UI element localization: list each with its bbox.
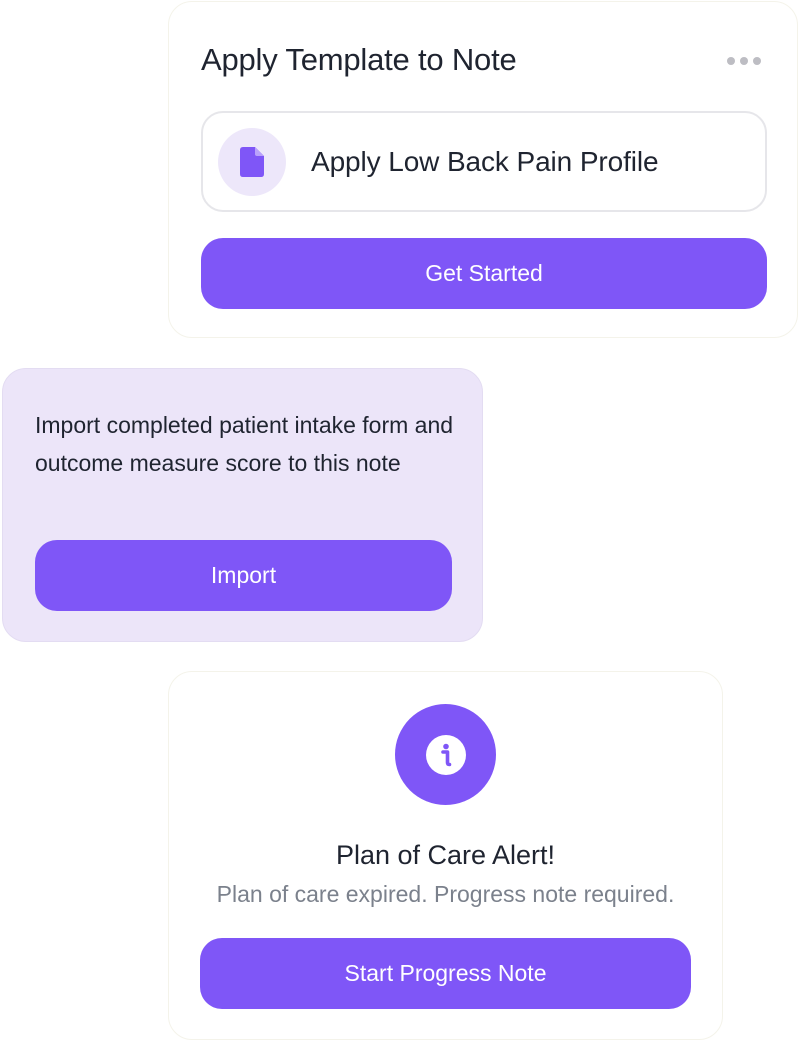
apply-template-title: Apply Template to Note — [201, 42, 517, 77]
plan-of-care-alert-card: Plan of Care Alert! Plan of care expired… — [168, 671, 723, 1040]
alert-subtitle: Plan of care expired. Progress note requ… — [216, 881, 675, 907]
more-options-icon[interactable] — [727, 52, 761, 70]
apply-template-card: Apply Template to Note Apply Low Back Pa… — [168, 1, 798, 338]
info-icon — [395, 704, 496, 805]
import-button[interactable]: Import — [35, 540, 452, 611]
alert-title: Plan of Care Alert! — [335, 840, 556, 870]
import-description: Import completed patient intake form and… — [35, 412, 454, 476]
apply-profile-label: Apply Low Back Pain Profile — [311, 145, 659, 177]
import-card: Import completed patient intake form and… — [2, 368, 483, 642]
start-progress-note-button[interactable]: Start Progress Note — [200, 938, 691, 1009]
get-started-button[interactable]: Get Started — [201, 238, 767, 309]
apply-profile-option[interactable]: Apply Low Back Pain Profile — [201, 111, 767, 212]
document-icon — [218, 127, 286, 196]
